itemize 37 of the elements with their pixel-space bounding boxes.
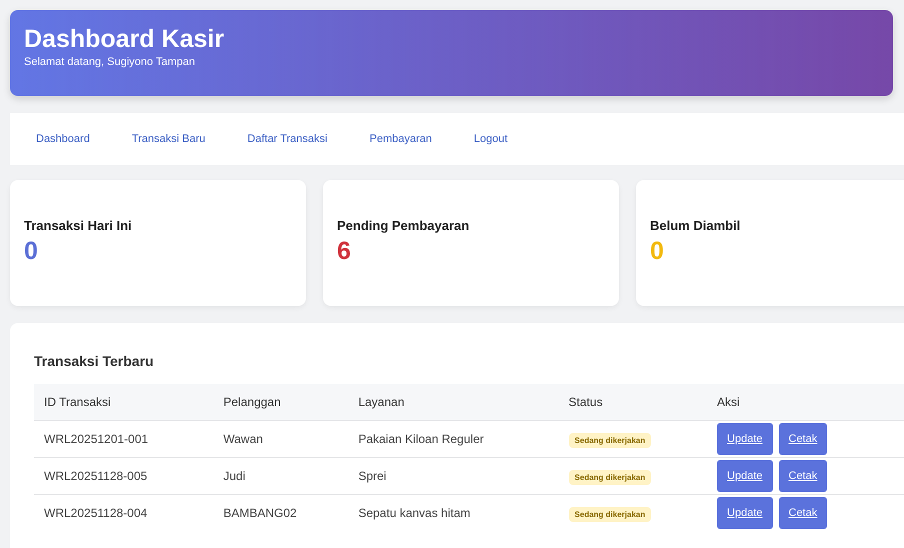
- print-button[interactable]: Cetak: [778, 460, 828, 492]
- nav-link[interactable]: Dashboard: [24, 130, 102, 148]
- welcome-text: Selamat datang, Sugiyono Tampan: [24, 55, 196, 70]
- table-cell: Sprei: [348, 457, 559, 494]
- table-cell: Pakaian Kiloan Reguler: [348, 420, 559, 458]
- table-cell: WRL20251128-005: [34, 457, 214, 494]
- stat-value: 6: [337, 236, 352, 266]
- stat-value: 0: [650, 236, 665, 266]
- status-badge: Sedang dikerjakan: [568, 470, 652, 485]
- status-badge: Sedang dikerjakan: [568, 507, 652, 522]
- stat-label: Belum Diambil: [650, 217, 742, 235]
- column-header: Status: [558, 384, 708, 420]
- stat-label: Pending Pembayaran: [337, 217, 470, 235]
- column-header: ID Transaksi: [34, 384, 214, 420]
- stat-value: 0: [24, 236, 39, 266]
- table-cell: Sepatu kanvas hitam: [348, 494, 559, 532]
- stat-label: Transaksi Hari Ini: [24, 217, 133, 235]
- table-cell: WRL20251201-001: [34, 420, 214, 458]
- table-cell: WRL20251128-004: [34, 494, 214, 532]
- column-header: Pelanggan: [213, 384, 348, 420]
- column-header: Aksi: [707, 384, 904, 420]
- nav-link[interactable]: Transaksi Baru: [120, 130, 218, 148]
- nav-link[interactable]: Logout: [462, 130, 520, 148]
- table-cell: Judi: [213, 457, 348, 494]
- update-button[interactable]: Update: [717, 460, 772, 492]
- print-button[interactable]: Cetak: [778, 422, 828, 456]
- table-cell: Wawan: [213, 420, 348, 458]
- nav-link[interactable]: Pembayaran: [357, 130, 444, 148]
- page-title: Dashboard Kasir: [24, 24, 226, 54]
- table-title: Transaksi Terbaru: [34, 353, 155, 370]
- update-button[interactable]: Update: [717, 422, 772, 456]
- column-header: Layanan: [348, 384, 559, 420]
- update-button[interactable]: Update: [717, 496, 772, 530]
- table-cell: BAMBANG02: [213, 494, 348, 532]
- status-badge: Sedang dikerjakan: [568, 432, 652, 448]
- print-button[interactable]: Cetak: [778, 496, 828, 530]
- nav-link[interactable]: Daftar Transaksi: [235, 130, 340, 148]
